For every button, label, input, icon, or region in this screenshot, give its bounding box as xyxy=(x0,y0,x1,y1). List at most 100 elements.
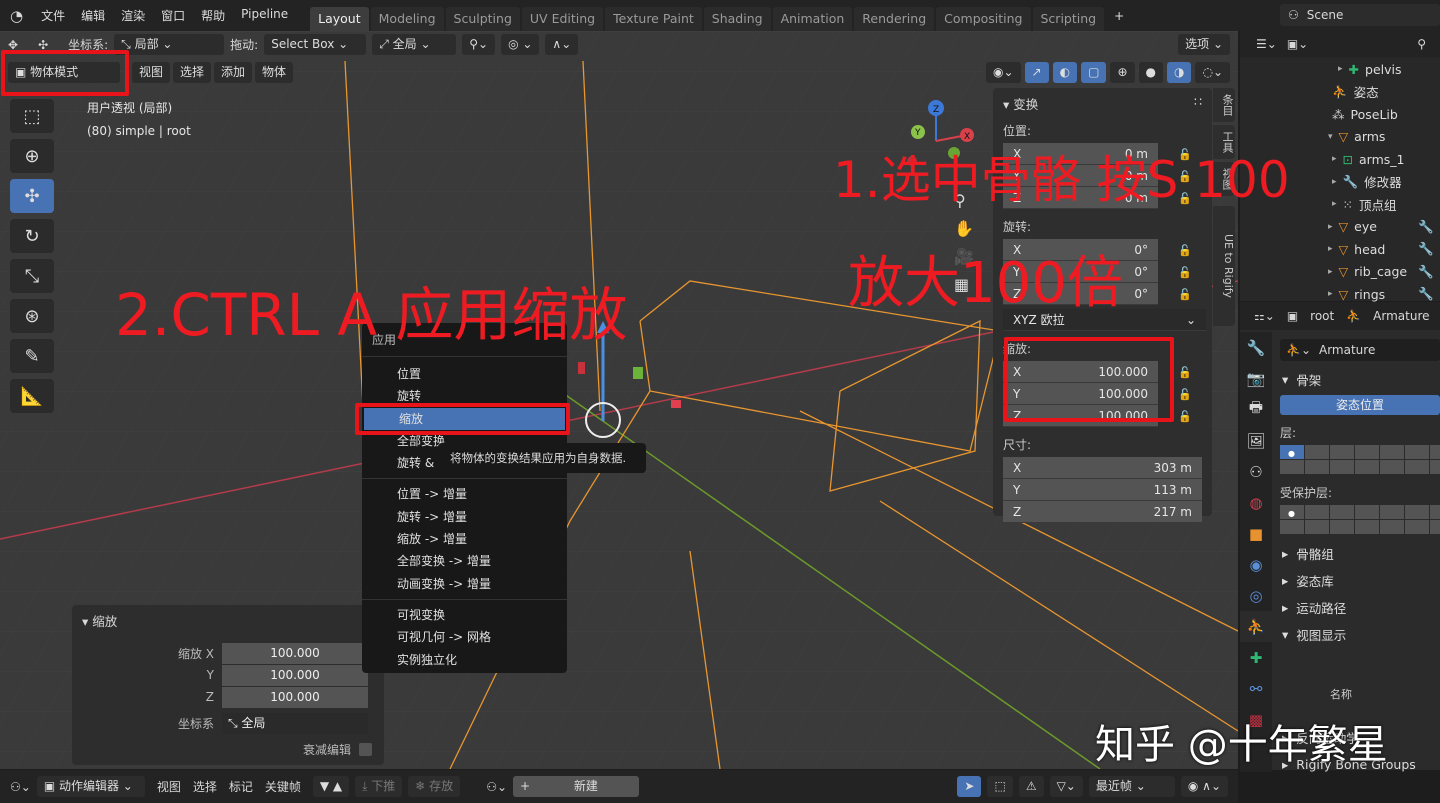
layer-cell[interactable] xyxy=(1430,445,1440,459)
last-operator-title[interactable]: ▾ 缩放 xyxy=(72,605,384,636)
modifier-icon[interactable]: 🔧 xyxy=(1418,264,1434,280)
timeline-menu-1[interactable]: 选择 xyxy=(193,778,217,795)
lock-icon[interactable]: 🔓 xyxy=(1178,388,1192,401)
scale-value-field[interactable]: 100.000 xyxy=(222,686,368,708)
outliner-item[interactable]: ⛹ 姿态 xyxy=(1240,81,1440,104)
editor-type-icon[interactable]: ⚇⌄ xyxy=(10,780,31,794)
options-dropdown[interactable]: 选项 ⌄ xyxy=(1178,34,1230,55)
section-2[interactable]: ▸ 运动路径 xyxy=(1280,594,1440,621)
lock-icon[interactable]: 🔓 xyxy=(1178,366,1192,379)
xray-toggle-icon[interactable]: ▢ xyxy=(1081,62,1107,83)
layer-cell[interactable] xyxy=(1330,505,1354,519)
scene-selector[interactable]: ⚇ Scene xyxy=(1280,4,1440,26)
tool-tab-icon[interactable]: 🔧 xyxy=(1240,332,1272,363)
layer-cell[interactable] xyxy=(1380,445,1404,459)
hidden-icon[interactable]: ⬚ xyxy=(987,776,1013,797)
layer-cell[interactable] xyxy=(1305,460,1329,474)
stash-button[interactable]: ❄ 存放 xyxy=(408,776,461,797)
menu-0[interactable]: 文件 xyxy=(33,7,73,24)
menu-5[interactable]: Pipeline xyxy=(233,7,296,24)
layers-grid[interactable]: ● xyxy=(1280,445,1440,474)
viewport-menu-0[interactable]: 视图 xyxy=(132,62,171,83)
proportional-icon[interactable]: ◎ ⌄ xyxy=(501,34,540,55)
layer-cell[interactable] xyxy=(1430,460,1440,474)
orient-dropdown[interactable]: ⤡ 全局 xyxy=(222,712,368,734)
layer-cell[interactable] xyxy=(1355,445,1379,459)
falloff-icon[interactable]: ∧⌄ xyxy=(545,34,579,55)
outliner-item[interactable]: ▸ ✚ pelvis xyxy=(1240,58,1440,81)
outliner-item[interactable]: ▸ ▽ eye 🔧 xyxy=(1240,216,1440,239)
editor-dropdown[interactable]: ▣ 动作编辑器 ⌄ xyxy=(36,776,145,797)
cursor-icon[interactable]: ⊕ xyxy=(10,139,54,173)
visibility-icon[interactable]: ◉⌄ xyxy=(986,62,1021,83)
layer-cell[interactable] xyxy=(1305,505,1329,519)
timeline-menu-3[interactable]: 关键帧 xyxy=(265,778,301,795)
section-3[interactable]: ▾ 视图显示 xyxy=(1280,621,1440,648)
view-layer-tab-icon[interactable]: 🖼 xyxy=(1240,425,1272,456)
action-icon[interactable]: ⚇⌄ xyxy=(486,780,507,794)
layer-cell[interactable]: ● xyxy=(1280,505,1304,519)
viewport-menu-1[interactable]: 选择 xyxy=(173,62,212,83)
menu-item[interactable]: 位置 -> 增量 xyxy=(362,483,567,505)
layer-cell[interactable] xyxy=(1280,520,1304,534)
timeline-menu-0[interactable]: 视图 xyxy=(157,778,181,795)
scene-tab-icon[interactable]: ⚇ xyxy=(1240,456,1272,487)
measure-icon[interactable]: 📐 xyxy=(10,379,54,413)
output-tab-icon[interactable]: 🖶 xyxy=(1240,394,1272,425)
transform-icon[interactable]: ⊛ xyxy=(10,299,54,333)
filter-icon[interactable]: ▽⌄ xyxy=(1049,776,1083,797)
modifier-icon[interactable]: 🔧 xyxy=(1418,241,1434,257)
render-tab-icon[interactable]: 📷 xyxy=(1240,363,1272,394)
layer-cell[interactable] xyxy=(1380,460,1404,474)
expand-arrow-icon[interactable]: ▾ xyxy=(1328,132,1333,142)
editor-type-icon[interactable]: ⚏⌄ xyxy=(1254,309,1275,323)
drag-dropdown[interactable]: Select Box ⌄ xyxy=(264,34,367,55)
menu-item[interactable]: 缩放 -> 增量 xyxy=(362,528,567,550)
dimensions-y-field[interactable]: Y 113 m xyxy=(1003,479,1202,501)
section-0[interactable]: ▸ 骨骼组 xyxy=(1280,540,1440,567)
armature-datablock[interactable]: ⛹⌄ Armature xyxy=(1280,339,1440,361)
drag-handle-icon[interactable]: ∷ xyxy=(1194,94,1202,113)
pose-position-button[interactable]: 姿态位置 xyxy=(1280,395,1440,415)
menu-item[interactable]: 可视几何 -> 网格 xyxy=(362,626,567,648)
move-tool-icon[interactable]: ✣ xyxy=(10,179,54,213)
falloff-checkbox[interactable] xyxy=(359,742,372,756)
layer-cell[interactable] xyxy=(1330,460,1354,474)
modifier-tab-icon[interactable]: ◉ xyxy=(1240,549,1272,580)
push-up-down-icon[interactable]: ▼ ▲ xyxy=(312,776,350,797)
menu-item[interactable]: 位置 xyxy=(362,363,567,385)
shading-rendered-icon[interactable]: ◌⌄ xyxy=(1195,62,1230,83)
expand-arrow-icon[interactable]: ▸ xyxy=(1328,289,1333,299)
menu-item[interactable]: 旋转 -> 增量 xyxy=(362,506,567,528)
tab-uv-editing[interactable]: UV Editing xyxy=(521,7,604,31)
expand-arrow-icon[interactable]: ▸ xyxy=(1332,199,1337,209)
layer-cell[interactable] xyxy=(1305,520,1329,534)
constraint-tab-icon[interactable]: ⚯ xyxy=(1240,673,1272,704)
errors-icon[interactable]: ⚠ xyxy=(1018,776,1044,797)
world-tab-icon[interactable]: ◍ xyxy=(1240,487,1272,518)
tab-animation[interactable]: Animation xyxy=(772,7,853,31)
lock-icon[interactable]: 🔓 xyxy=(1178,244,1192,257)
layer-cell[interactable]: ● xyxy=(1280,445,1304,459)
tab-scripting[interactable]: Scripting xyxy=(1032,7,1105,31)
expand-arrow-icon[interactable]: ▸ xyxy=(1332,177,1337,187)
rotate-icon[interactable]: ↻ xyxy=(10,219,54,253)
viewport-menu-2[interactable]: 添加 xyxy=(214,62,253,83)
expand-arrow-icon[interactable]: ▸ xyxy=(1332,154,1337,164)
modifier-icon[interactable]: 🔧 xyxy=(1418,286,1434,302)
tab-modeling[interactable]: Modeling xyxy=(370,7,444,31)
layer-cell[interactable] xyxy=(1380,505,1404,519)
layer-cell[interactable] xyxy=(1355,520,1379,534)
push-down-button[interactable]: ⤓ 下推 xyxy=(355,776,403,797)
display-mode-icon[interactable]: ☰⌄ xyxy=(1256,37,1277,51)
search-icon[interactable]: ⚲ xyxy=(1417,37,1426,51)
scale-value-field[interactable]: 100.000 xyxy=(222,642,368,664)
armature-data-tab-icon[interactable]: ⛹ xyxy=(1240,611,1272,642)
scale-value-field[interactable]: 100.000 xyxy=(222,664,368,686)
section-1[interactable]: ▸ 姿态库 xyxy=(1280,567,1440,594)
shading-wireframe-icon[interactable]: ⊕ xyxy=(1110,62,1135,83)
layer-cell[interactable] xyxy=(1405,520,1429,534)
modifier-icon[interactable]: 🔧 xyxy=(1418,219,1434,235)
layer-cell[interactable] xyxy=(1405,505,1429,519)
layer-cell[interactable] xyxy=(1430,505,1440,519)
